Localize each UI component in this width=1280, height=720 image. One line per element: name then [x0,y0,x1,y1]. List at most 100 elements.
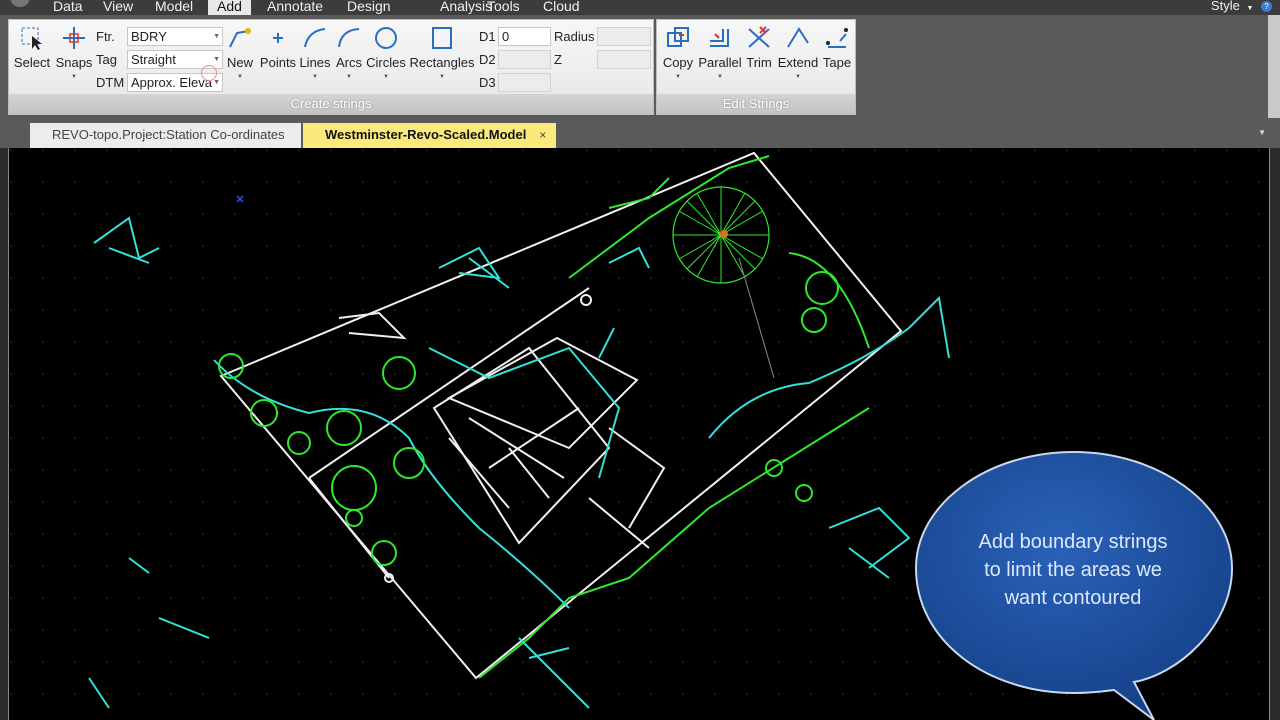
d3-field[interactable] [498,73,551,92]
tab-list-dropdown-icon[interactable]: ▼ [1258,128,1266,137]
new-label: New [226,55,253,70]
ribbon-scrollbar[interactable] [1268,15,1280,118]
document-tab-bar: REVO-topo.Project:Station Co-ordinates W… [0,118,1280,148]
feature-code-field[interactable]: BDRY ▼ [127,27,223,46]
tree-center-marker [720,230,728,238]
arcs-label: Arcs [336,55,362,70]
close-icon[interactable]: × [539,123,546,147]
z-field[interactable] [597,50,651,69]
rectangles-button[interactable]: Rectangles ▼ [408,25,476,95]
dtm-value: Approx. Eleva [131,75,212,90]
menu-model[interactable]: Model [146,0,202,15]
edit-strings-group: Copy ▼ Parallel ▼ Trim Extend ▼ Tape Edi… [656,19,856,115]
d2-field[interactable] [498,50,551,69]
menu-design[interactable]: Design [338,0,400,15]
select-label: Select [13,55,51,70]
radius-field[interactable] [597,27,651,46]
extend-button[interactable]: Extend ▼ [776,25,820,95]
menu-bar: Data View Model Add Annotate Design Anal… [0,0,1280,15]
parallel-button[interactable]: Parallel ▼ [697,25,743,95]
trim-label: Trim [746,55,772,70]
snaps-button[interactable]: Snaps ▼ [55,25,93,95]
rectangles-icon [432,27,452,49]
d1-value: 0 [502,29,510,44]
parallel-label: Parallel [698,55,742,70]
tab-station-coordinates-label: REVO-topo.Project:Station Co-ordinates [52,127,285,142]
style-dropdown-icon: ▼ [1246,5,1254,12]
trim-icon [748,26,770,48]
extend-icon [787,27,809,48]
help-icon[interactable]: ? [1261,1,1272,13]
circles-label: Circles [366,55,406,70]
tab-station-coordinates[interactable]: REVO-topo.Project:Station Co-ordinates [30,123,301,148]
tape-label: Tape [822,55,852,70]
menu-cloud[interactable]: Cloud [534,0,589,15]
extend-label: Extend [777,55,819,70]
copy-icon [667,27,689,47]
tab-westminster-model[interactable]: Westminster-Revo-Scaled.Model × [303,123,557,148]
ftr-label: Ftr. [96,29,115,44]
circles-icon [375,27,397,49]
callout-text: Add boundary strings to limit the areas … [948,528,1198,612]
new-button[interactable]: New ▼ [223,25,257,95]
d1-label: D1 [479,29,496,44]
tag-value: Straight [131,52,176,67]
new-dropdown-icon[interactable]: ▼ [223,74,257,80]
arcs-icon [338,28,360,48]
rectangles-label: Rectangles [409,55,475,70]
points-icon [273,33,283,43]
d1-field[interactable]: 0 [498,27,551,46]
tag-dropdown-icon[interactable]: ▼ [213,51,220,68]
app-logo[interactable] [10,0,30,7]
points-label: Points [259,55,297,70]
tape-icon [826,28,848,48]
radius-label: Radius [554,29,595,44]
ribbon: Select Snaps ▼ Ftr. BDRY ▼ Tag Straight … [0,15,1280,118]
tab-westminster-model-label: Westminster-Revo-Scaled.Model [325,127,527,142]
lines-icon [304,28,326,48]
menu-annotate[interactable]: Annotate [258,0,332,15]
trim-button[interactable]: Trim [743,25,775,95]
menu-tools[interactable]: Tools [478,0,529,15]
create-strings-title: Create strings [9,94,653,114]
parallel-icon [710,29,729,47]
snaps-icon [63,27,85,49]
mouse-cursor-indicator [201,65,217,81]
lines-button[interactable]: Lines ▼ [298,25,332,95]
arcs-button[interactable]: Arcs ▼ [333,25,365,95]
parallel-dropdown-icon[interactable]: ▼ [697,74,743,80]
copy-button[interactable]: Copy ▼ [659,25,697,95]
rectangles-dropdown-icon[interactable]: ▼ [408,74,476,80]
feature-code-value: BDRY [131,29,167,44]
extend-dropdown-icon[interactable]: ▼ [776,74,820,80]
new-string-icon [229,28,251,48]
d2-label: D2 [479,52,496,67]
lines-dropdown-icon[interactable]: ▼ [298,74,332,80]
feature-code-dropdown-icon[interactable]: ▼ [213,28,220,45]
menu-add[interactable]: Add [208,0,251,15]
edit-strings-title: Edit Strings [657,94,855,114]
tag-label: Tag [96,52,117,67]
menu-data[interactable]: Data [44,0,92,15]
tape-button[interactable]: Tape [820,25,854,95]
arcs-dropdown-icon[interactable]: ▼ [333,74,365,80]
copy-label: Copy [662,55,694,70]
circles-dropdown-icon[interactable]: ▼ [365,74,407,80]
dtm-label: DTM [96,75,125,90]
callout-line-3: want contoured [1004,587,1142,609]
style-label: Style [1210,0,1240,13]
points-button[interactable]: Points [258,25,298,95]
application-window: Data View Model Add Annotate Design Anal… [0,0,1280,720]
callout-line-2: to limit the areas we [984,559,1162,581]
snaps-label: Snaps [55,55,93,70]
z-label: Z [554,52,562,67]
menu-view[interactable]: View [94,0,142,15]
circles-button[interactable]: Circles ▼ [365,25,407,95]
select-icon [21,27,42,50]
lines-label: Lines [299,55,331,70]
select-button[interactable]: Select [13,25,51,95]
copy-dropdown-icon[interactable]: ▼ [659,74,697,80]
snaps-dropdown-icon[interactable]: ▼ [55,74,93,80]
create-strings-group: Select Snaps ▼ Ftr. BDRY ▼ Tag Straight … [8,19,654,115]
callout-line-1: Add boundary strings [978,531,1168,553]
